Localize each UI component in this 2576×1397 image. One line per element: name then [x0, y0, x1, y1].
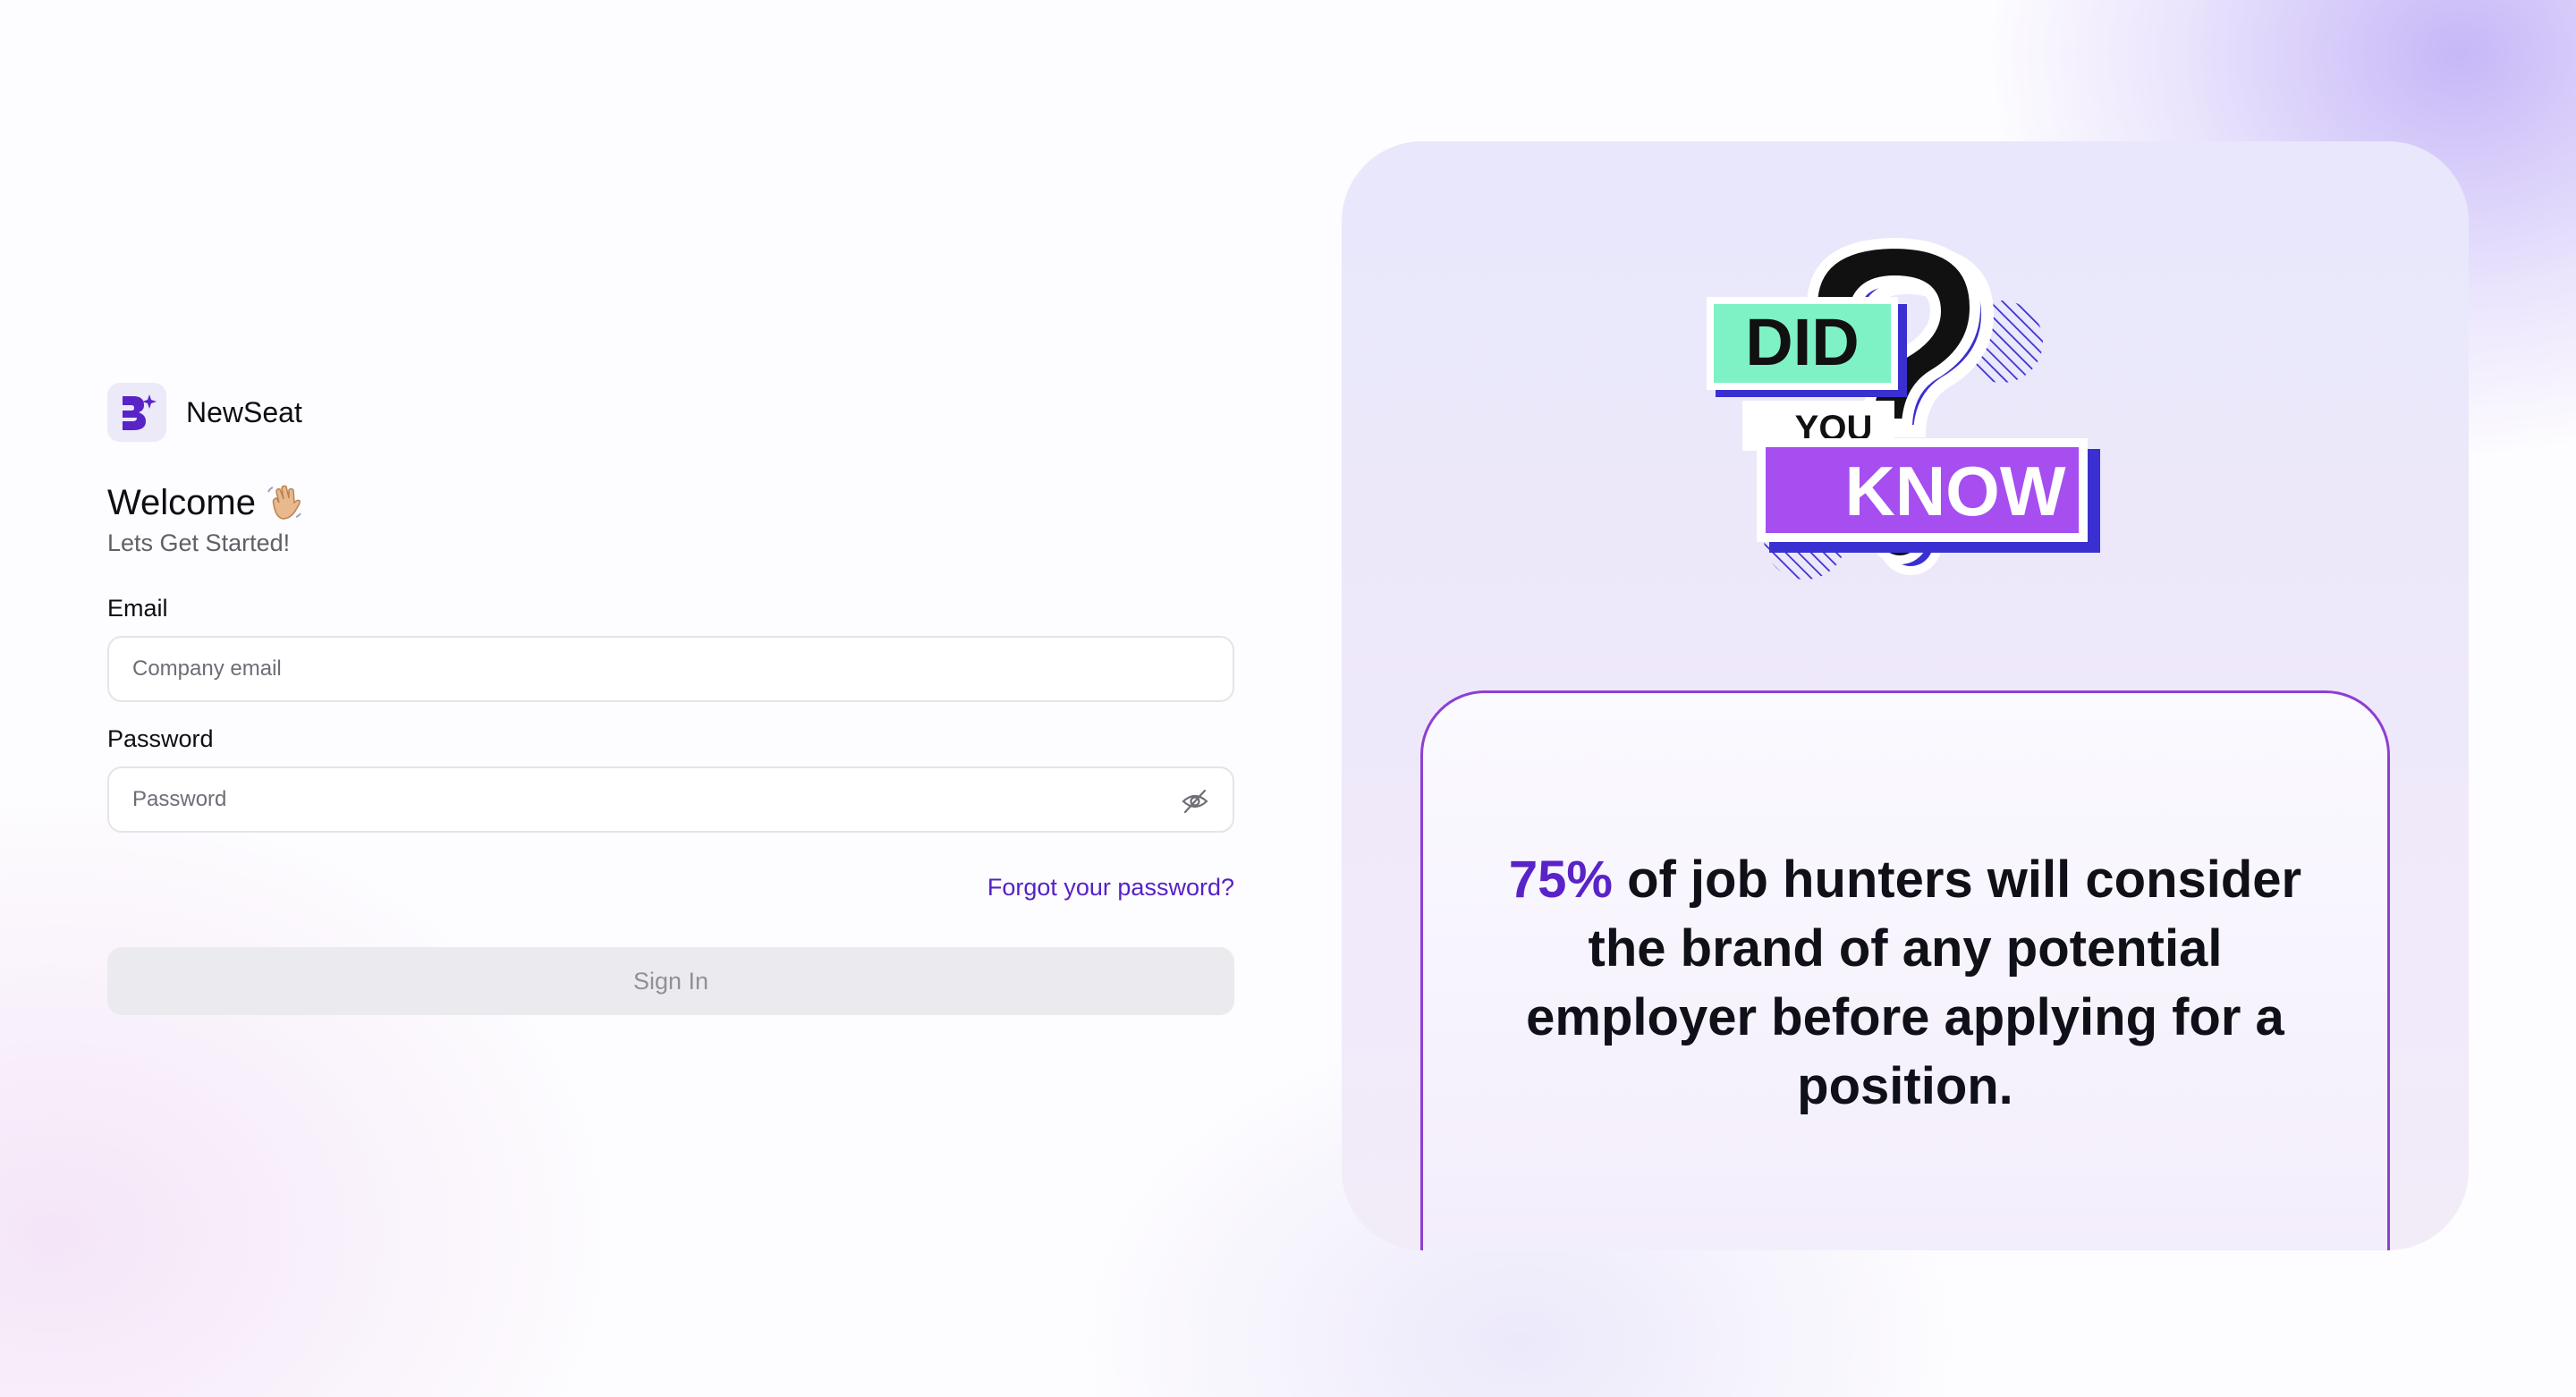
did-text: DID: [1745, 305, 1859, 379]
fact-card: 75% of job hunters will consider the bra…: [1420, 690, 2390, 1250]
sign-in-button[interactable]: Sign In: [107, 947, 1234, 1015]
email-label: Email: [107, 595, 168, 622]
fact-text: 75% of job hunters will consider the bra…: [1504, 845, 2307, 1121]
promo-card: DID YOU KNOW 75% of job hunters will con…: [1342, 141, 2469, 1250]
password-label: Password: [107, 725, 214, 752]
know-label: KNOW: [1757, 438, 2100, 553]
welcome-subtitle: Lets Get Started!: [107, 529, 291, 556]
email-field[interactable]: [131, 656, 1211, 682]
forgot-row: Forgot your password?: [107, 874, 1234, 904]
email-field-wrapper: [107, 636, 1234, 702]
eye-off-icon[interactable]: [1181, 788, 1209, 815]
forgot-password-link[interactable]: Forgot your password?: [987, 874, 1234, 901]
fact-body: of job hunters will consider the brand o…: [1526, 851, 2302, 1115]
login-panel: NewSeat Welcome Lets Get Started! Email …: [107, 383, 1234, 1015]
waving-hand-icon: [267, 485, 301, 520]
newseat-logo-icon: [107, 383, 166, 442]
password-field[interactable]: [131, 786, 1211, 813]
did-you-know-illustration: DID YOU KNOW: [1707, 237, 2100, 580]
brand-header: NewSeat: [107, 383, 1234, 442]
know-text: KNOW: [1845, 452, 2066, 530]
password-field-wrapper: [107, 766, 1234, 833]
did-label: DID: [1707, 297, 1907, 397]
login-form: Email Password Forgot your password? Sig…: [107, 595, 1234, 1015]
fact-highlight: 75%: [1508, 851, 1613, 909]
welcome-heading: Welcome: [107, 481, 1234, 524]
welcome-title: Welcome: [107, 482, 256, 522]
brand-name: NewSeat: [186, 395, 302, 428]
